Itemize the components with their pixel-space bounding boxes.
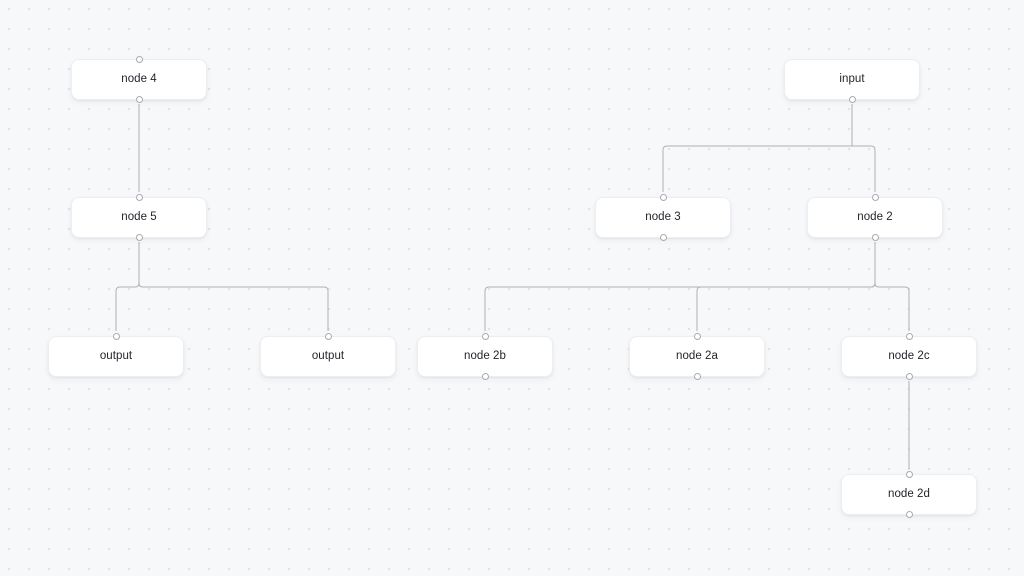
flow-node-node-4[interactable]: node 4 — [71, 56, 207, 103]
edge[interactable] — [138, 242, 329, 331]
handle-source-bottom[interactable] — [848, 96, 856, 103]
handle-target-top[interactable] — [659, 194, 667, 201]
handle-source-bottom[interactable] — [659, 234, 667, 241]
handle-source-bottom[interactable] — [135, 96, 143, 103]
handle-target-top[interactable] — [693, 333, 701, 340]
edge[interactable] — [851, 104, 876, 192]
handle-source-bottom[interactable] — [693, 373, 701, 380]
flow-node-node-2c[interactable]: node 2c — [841, 333, 977, 380]
flow-node-label: node 2a — [676, 349, 718, 362]
flow-node-label: node 5 — [121, 210, 157, 223]
flow-node-node-2[interactable]: node 2 — [807, 194, 943, 241]
handle-source-bottom[interactable] — [135, 234, 143, 241]
handle-target-top[interactable] — [905, 333, 913, 340]
handle-target-top[interactable] — [481, 333, 489, 340]
handle-target-top[interactable] — [135, 56, 143, 63]
edge[interactable] — [696, 242, 876, 331]
handle-source-bottom[interactable] — [905, 511, 913, 518]
flow-node-label: node 2b — [464, 349, 506, 362]
flow-node-label: node 4 — [121, 72, 157, 85]
flow-node-label: node 2c — [888, 349, 930, 362]
handle-target-top[interactable] — [324, 333, 332, 340]
flow-node-node-5[interactable]: node 5 — [71, 194, 207, 241]
flow-node-label: node 2 — [857, 210, 893, 223]
flow-node-node-2b[interactable]: node 2b — [417, 333, 553, 380]
handle-target-top[interactable] — [135, 194, 143, 201]
flow-node-label: node 2d — [888, 487, 930, 500]
flow-node-input[interactable]: input — [784, 59, 920, 103]
edge[interactable] — [115, 242, 140, 331]
handle-source-bottom[interactable] — [905, 373, 913, 380]
flow-node-node-2d[interactable]: node 2d — [841, 471, 977, 518]
edge[interactable] — [874, 242, 910, 331]
handle-target-top[interactable] — [905, 471, 913, 478]
handle-target-top[interactable] — [871, 194, 879, 201]
flow-node-output-2[interactable]: output — [260, 333, 396, 377]
flow-node-node-2a[interactable]: node 2a — [629, 333, 765, 380]
handle-source-bottom[interactable] — [481, 373, 489, 380]
handle-source-bottom[interactable] — [871, 234, 879, 241]
flow-canvas[interactable]: node 4 input node 5 node 3 node 2 output outpu… — [0, 0, 1024, 576]
handle-target-top[interactable] — [112, 333, 120, 340]
flow-node-label: node 3 — [645, 210, 681, 223]
flow-node-output-1[interactable]: output — [48, 333, 184, 377]
edge[interactable] — [662, 104, 853, 192]
flow-node-label: input — [839, 72, 865, 85]
flow-node-label: output — [311, 349, 345, 362]
flow-node-label: output — [99, 349, 133, 362]
edge[interactable] — [484, 242, 876, 331]
flow-node-node-3[interactable]: node 3 — [595, 194, 731, 241]
